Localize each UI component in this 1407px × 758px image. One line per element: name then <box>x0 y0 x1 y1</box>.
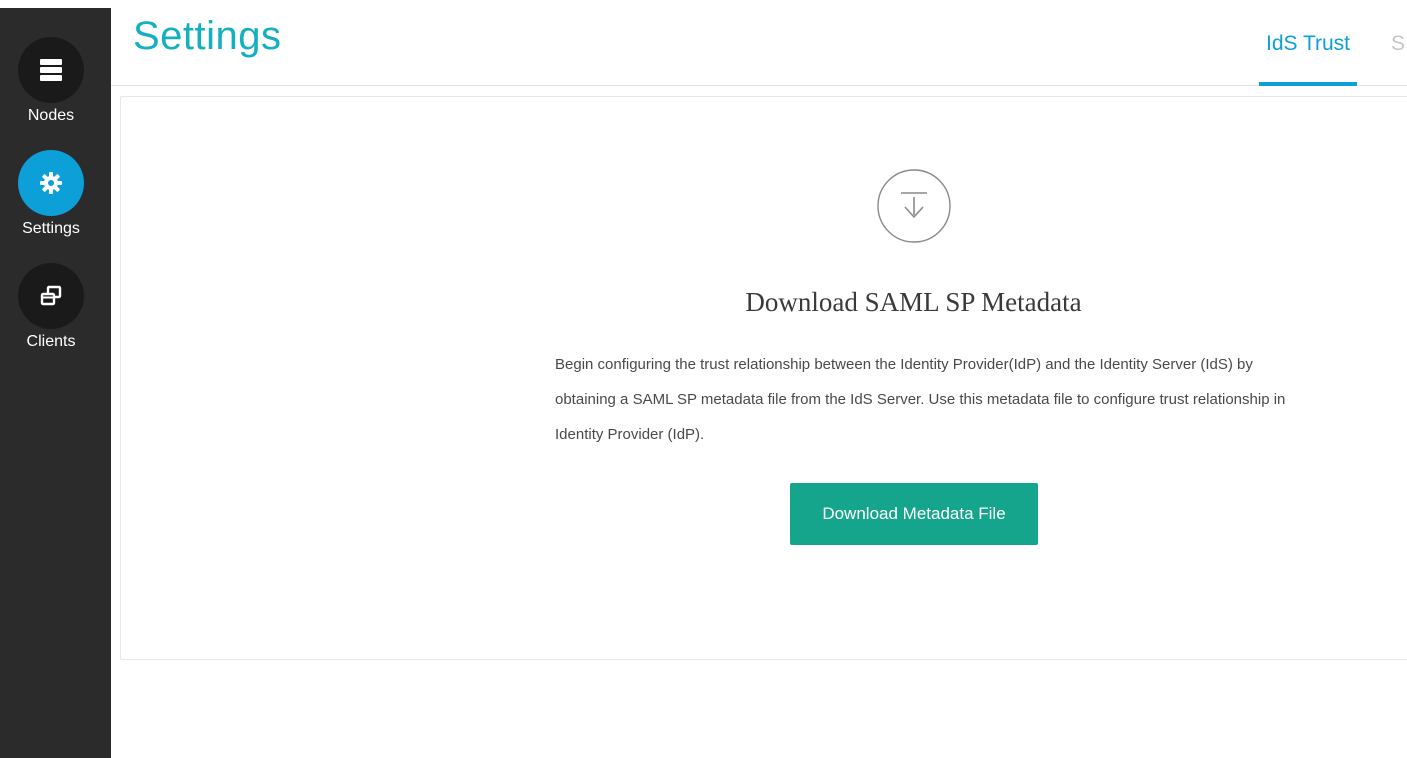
gear-icon <box>40 172 62 194</box>
nav-item-nodes[interactable]: Nodes <box>0 37 111 145</box>
download-metadata-button[interactable]: Download Metadata File <box>790 483 1038 545</box>
windows-stack-icon <box>40 285 62 306</box>
nav-item-clients[interactable]: Clients <box>0 263 111 371</box>
download-icon <box>877 169 951 243</box>
card-description: Begin configuring the trust relationship… <box>555 356 1286 443</box>
tab-next-partial[interactable]: S <box>1391 32 1405 56</box>
nav-item-settings[interactable]: Settings <box>0 150 111 258</box>
left-nav-rail: Nodes Settings Clients <box>0 8 111 758</box>
nav-settings-circle <box>18 150 84 216</box>
nav-nodes-circle <box>18 37 84 103</box>
card-title: Download SAML SP Metadata <box>745 287 1082 317</box>
server-icon <box>40 59 62 81</box>
nav-clients-circle <box>18 263 84 329</box>
metadata-card: Download SAML SP Metadata Begin configur… <box>120 96 1407 660</box>
page-title: Settings <box>133 14 282 58</box>
app-window: Nodes Settings Clients Settings IdS Trus… <box>0 0 1407 758</box>
nav-label-nodes: Nodes <box>27 107 75 124</box>
tab-ids-trust[interactable]: IdS Trust <box>1259 32 1357 86</box>
nav-label-settings: Settings <box>22 220 80 237</box>
page-header: Settings IdS Trust S <box>111 8 1407 86</box>
nav-label-clients: Clients <box>26 333 76 350</box>
